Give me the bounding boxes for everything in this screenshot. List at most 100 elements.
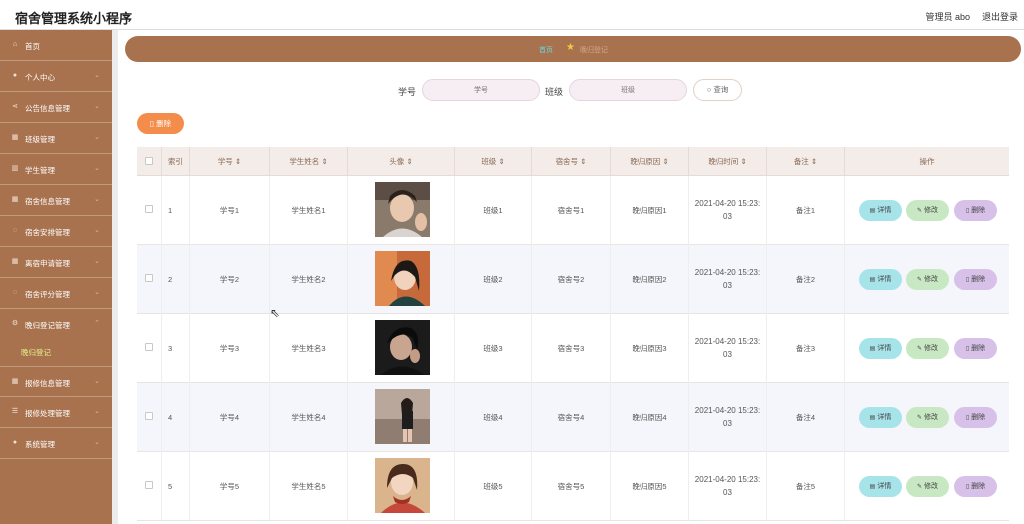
select-all-checkbox[interactable] [145, 157, 153, 165]
top-bar: 宿舍管理系统小程序 管理员 abo 退出登录 [0, 0, 1024, 30]
breadcrumb: 首页 ★ 晚归登记 [125, 36, 1021, 62]
time-seconds: 03 [723, 281, 732, 290]
row-checkbox[interactable] [145, 343, 153, 351]
sidebar-item-dorm-info[interactable]: ▦ 宿舍信息管理 ⌄ [0, 185, 112, 216]
header-dorm[interactable]: 宿舍号 ⇕ [532, 147, 611, 176]
time-cell: 2021-04-20 15:23: 03 [689, 245, 767, 314]
chevron-down-icon: ⌄ [94, 439, 100, 446]
sidebar-item-class[interactable]: ▦ 班级管理 ⌄ [0, 123, 112, 154]
student-name-cell: 学生姓名4 [270, 383, 348, 452]
reason-cell: 晚归原因4 [611, 383, 689, 452]
sidebar-item-notice[interactable]: ⋖ 公告信息管理 ⌄ [0, 92, 112, 123]
index-cell: 4 [162, 383, 190, 452]
edit-button[interactable]: ✎ 修改 [906, 407, 949, 428]
delete-button[interactable]: ▯ 删除 [954, 269, 997, 290]
actions-cell: ▤ 详情 ✎ 修改 ▯ 删除 [845, 176, 1009, 245]
logout-link[interactable]: 退出登录 [982, 10, 1018, 23]
detail-button[interactable]: ▤ 详情 [859, 476, 902, 497]
delete-button[interactable]: ▯ 删除 [954, 200, 997, 221]
sidebar-item-leave[interactable]: ▦ 离宿申请管理 ⌄ [0, 247, 112, 278]
student-id-label: 学号 [398, 87, 417, 97]
chart-icon: ▥ [11, 165, 19, 172]
note-cell: 备注1 [767, 176, 845, 245]
select-cell [137, 314, 162, 383]
avatar-cell [348, 245, 455, 314]
header-note[interactable]: 备注 ⇕ [767, 147, 845, 176]
time-date: 2021-04-20 15:23: [694, 406, 761, 415]
pencil-icon: ✎ [916, 346, 923, 352]
sidebar-subitem-late-register[interactable]: 晚归登记 [21, 347, 51, 358]
chevron-down-icon: ⌄ [94, 378, 100, 385]
avatar-cell [348, 383, 455, 452]
dorm-cell: 宿舍号1 [532, 176, 611, 245]
sidebar-item-label: 班级管理 [25, 135, 55, 144]
batch-delete-label: 删除 [156, 119, 172, 128]
student-id-input[interactable] [422, 79, 540, 101]
detail-button[interactable]: ▤ 详情 [859, 269, 902, 290]
sidebar-item-system[interactable]: ● 系统管理 ⌄ [0, 428, 112, 459]
header-avatar[interactable]: 头像 ⇕ [348, 147, 455, 176]
delete-button[interactable]: ▯ 删除 [954, 476, 997, 497]
row-checkbox[interactable] [145, 274, 153, 282]
pencil-icon: ✎ [916, 277, 923, 283]
class-cell: 班级3 [455, 314, 532, 383]
edit-button[interactable]: ✎ 修改 [906, 338, 949, 359]
batch-delete-button[interactable]: ▯ 删除 [137, 113, 184, 134]
sidebar-item-student[interactable]: ▥ 学生管理 ⌄ [0, 154, 112, 185]
sidebar-item-repair-handle[interactable]: ☰ 报修处理管理 ⌄ [0, 397, 112, 428]
sidebar-item-profile[interactable]: ● 个人中心 ⌄ [0, 61, 112, 92]
header-class[interactable]: 班级 ⇕ [455, 147, 532, 176]
avatar[interactable] [375, 389, 430, 444]
header-time[interactable]: 晚归时间 ⇕ [689, 147, 767, 176]
sidebar-item-late-return[interactable]: ⚙ 晚归登记管理 ⌃ [0, 309, 112, 340]
edit-button[interactable]: ✎ 修改 [906, 200, 949, 221]
row-checkbox[interactable] [145, 412, 153, 420]
sidebar-item-dorm-arrange[interactable]: ◌ 宿舍安排管理 ⌄ [0, 216, 112, 247]
edit-button[interactable]: ✎ 修改 [906, 476, 949, 497]
breadcrumb-home[interactable]: 首页 [539, 45, 553, 55]
chat-icon: ◌ [12, 289, 18, 296]
search-button[interactable]: ○ 查询 [693, 79, 742, 101]
row-checkbox[interactable] [145, 205, 153, 213]
row-checkbox[interactable] [145, 481, 153, 489]
select-cell [137, 245, 162, 314]
detail-button[interactable]: ▤ 详情 [859, 200, 902, 221]
header-reason[interactable]: 晚归原因 ⇕ [611, 147, 689, 176]
avatar[interactable] [375, 320, 430, 375]
edit-button[interactable]: ✎ 修改 [906, 269, 949, 290]
trash-icon: ▯ [965, 277, 970, 283]
header-student-name[interactable]: 学生姓名 ⇕ [270, 147, 348, 176]
chevron-down-icon: ⌄ [94, 196, 100, 203]
chevron-down-icon: ⌄ [94, 72, 100, 79]
class-input[interactable] [569, 79, 687, 101]
pencil-icon: ✎ [916, 208, 923, 214]
search-icon: ○ [706, 85, 712, 94]
avatar[interactable] [375, 251, 430, 306]
index-cell: 2 [162, 245, 190, 314]
sidebar-item-score[interactable]: ◌ 宿舍评分管理 ⌄ [0, 278, 112, 309]
index-cell: 1 [162, 176, 190, 245]
avatar[interactable] [375, 182, 430, 237]
sidebar-item-home[interactable]: ⌂ 首页 [0, 30, 112, 61]
delete-button[interactable]: ▯ 删除 [954, 338, 997, 359]
avatar-cell [348, 176, 455, 245]
dorm-cell: 宿舍号3 [532, 314, 611, 383]
actions-cell: ▤ 详情 ✎ 修改 ▯ 删除 [845, 314, 1009, 383]
star-icon: ★ [566, 42, 575, 53]
sidebar-item-label: 学生管理 [25, 166, 55, 175]
sidebar-item-repair-info[interactable]: ▦ 报修信息管理 ⌄ [0, 366, 112, 397]
grid-icon: ▦ [11, 258, 19, 265]
delete-button[interactable]: ▯ 删除 [954, 407, 997, 428]
header-index[interactable]: 索引 [162, 147, 190, 176]
doc-icon: ▤ [869, 415, 876, 421]
user-icon: ● [12, 439, 18, 446]
sidebar-item-label: 宿舍评分管理 [25, 290, 70, 299]
avatar[interactable] [375, 458, 430, 513]
detail-button[interactable]: ▤ 详情 [859, 338, 902, 359]
detail-button[interactable]: ▤ 详情 [859, 407, 902, 428]
table-row: 2 学号2 学生姓名2 班级2 宿舍号2 晚归原因2 2021-04-20 15… [137, 245, 1009, 314]
sidebar-item-label: 报修信息管理 [25, 379, 70, 388]
dorm-cell: 宿舍号5 [532, 452, 611, 521]
reason-cell: 晚归原因1 [611, 176, 689, 245]
header-student-id[interactable]: 学号 ⇕ [190, 147, 270, 176]
